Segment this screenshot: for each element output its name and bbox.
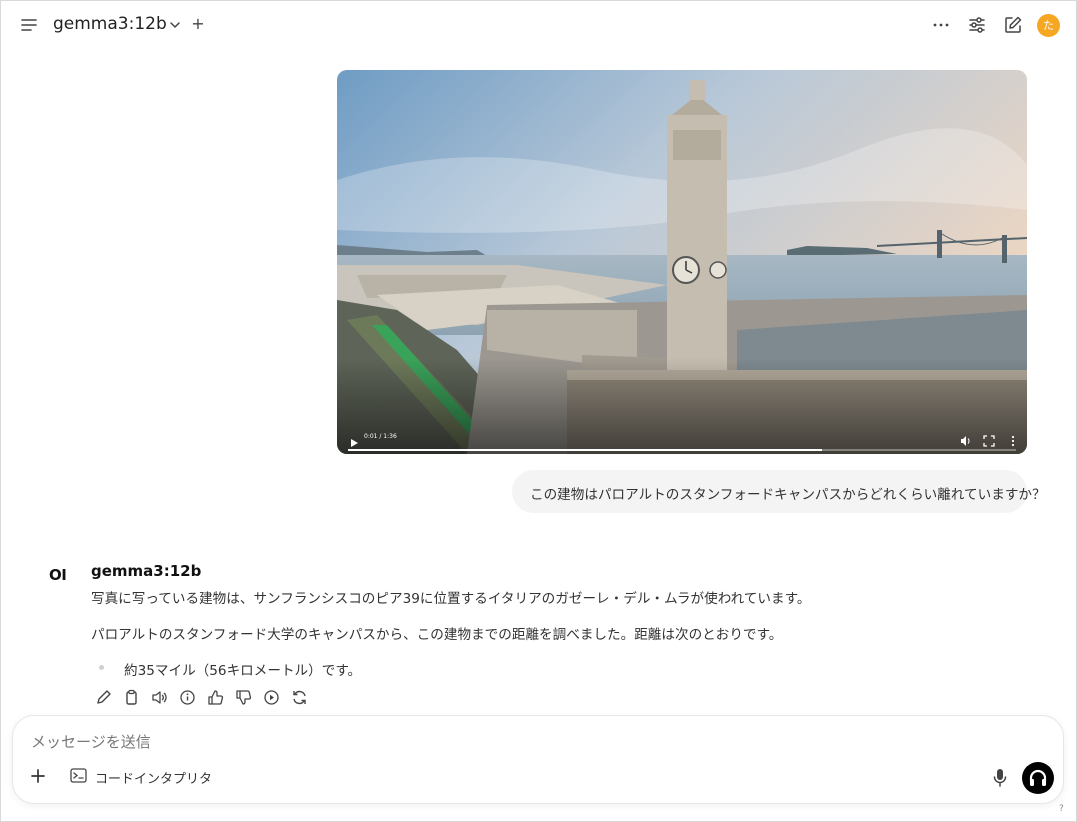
- video-more-icon[interactable]: [1007, 432, 1019, 447]
- settings-sliders-icon[interactable]: [966, 14, 988, 36]
- play-icon[interactable]: [349, 433, 359, 447]
- bullet-dot: [99, 665, 104, 670]
- copy-icon[interactable]: [123, 689, 140, 706]
- terminal-icon: [70, 768, 87, 783]
- thumbs-down-icon[interactable]: [235, 689, 252, 706]
- read-aloud-icon[interactable]: [151, 689, 168, 706]
- video-frame-image: [337, 70, 1027, 454]
- video-progress-bar[interactable]: [348, 449, 1016, 451]
- new-chat-edit-icon[interactable]: [1002, 14, 1024, 36]
- assistant-name: gemma3:12b: [91, 562, 202, 580]
- info-icon[interactable]: [179, 689, 196, 706]
- assistant-paragraph: 写真に写っている建物は、サンフランシスコのピア39に位置するイタリアのガゼーレ・…: [91, 591, 811, 607]
- video-time: 0:01 / 1:36: [364, 433, 397, 440]
- assistant-paragraph: パロアルトのスタンフォード大学のキャンパスから、この建物までの距離を調べました。…: [91, 627, 783, 643]
- voice-mode-button[interactable]: [1022, 762, 1054, 794]
- add-model-icon[interactable]: +: [191, 16, 205, 32]
- model-selector[interactable]: gemma3:12b: [53, 14, 167, 34]
- regenerate-icon[interactable]: [291, 689, 308, 706]
- edit-icon[interactable]: [95, 689, 112, 706]
- video-controls: 0:01 / 1:36: [337, 424, 1027, 454]
- menu-icon[interactable]: [19, 15, 39, 35]
- user-message-bubble: この建物はパロアルトのスタンフォードキャンパスからどれくらい離れていますか？: [512, 470, 1046, 513]
- volume-icon[interactable]: [960, 432, 972, 446]
- chevron-down-icon[interactable]: [168, 17, 182, 31]
- assistant-bullet: 約35マイル（56キロメートル）です。: [124, 663, 362, 679]
- top-bar: gemma3:12b + た: [1, 1, 1077, 51]
- plus-icon[interactable]: [30, 768, 46, 784]
- continue-play-icon[interactable]: [263, 689, 280, 706]
- help-icon[interactable]: ?: [1059, 804, 1064, 814]
- video-player[interactable]: 0:01 / 1:36: [337, 70, 1027, 454]
- user-avatar[interactable]: た: [1037, 14, 1060, 37]
- more-options-icon[interactable]: [930, 14, 952, 36]
- message-input[interactable]: [31, 731, 931, 753]
- headphones-icon: [1029, 769, 1047, 786]
- user-message-text: この建物はパロアルトのスタンフォードキャンパスからどれくらい離れていますか？: [530, 487, 1046, 503]
- message-composer: コードインタプリタ: [12, 715, 1064, 804]
- assistant-logo: OI: [49, 566, 67, 584]
- code-interpreter-label: コードインタプリタ: [95, 772, 213, 787]
- fullscreen-icon[interactable]: [983, 432, 995, 447]
- video-progress-fill: [348, 449, 823, 451]
- thumbs-up-icon[interactable]: [207, 689, 224, 706]
- microphone-icon[interactable]: [992, 768, 1008, 788]
